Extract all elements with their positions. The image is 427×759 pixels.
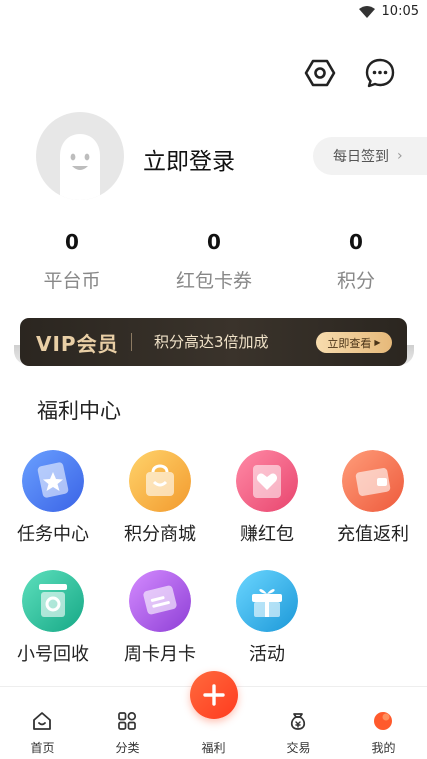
welfare-item-recharge-rebate[interactable]: 充值返利: [323, 450, 423, 560]
wifi-icon: [359, 6, 375, 18]
welfare-item-weekly-monthly-card[interactable]: 周卡月卡: [110, 570, 210, 680]
nav-item-mine[interactable]: 我的: [341, 687, 426, 759]
settings-button[interactable]: [302, 55, 338, 91]
card-icon: [129, 570, 191, 632]
recycle-bin-icon: [22, 570, 84, 632]
hexagon-gear-icon: [304, 59, 336, 87]
nav-label: 交易: [286, 741, 311, 755]
stat-points[interactable]: 0 积分: [296, 228, 416, 293]
shopping-bag-icon: [129, 450, 191, 512]
chevron-right-icon: ›: [397, 148, 403, 164]
stat-label: 红包卡券: [175, 270, 252, 292]
money-bag-icon: [286, 709, 310, 733]
stat-label: 积分: [336, 270, 375, 292]
grid-label: 周卡月卡: [124, 644, 196, 665]
task-star-icon: [22, 450, 84, 512]
grid-label: 充值返利: [337, 524, 409, 545]
stat-platform-coins[interactable]: 0 平台币: [12, 228, 132, 293]
wallet-icon: [342, 450, 404, 512]
grid-icon: [115, 709, 139, 733]
grid-label: 活动: [249, 644, 285, 665]
nav-item-category[interactable]: 分类: [85, 687, 170, 759]
welfare-item-activities[interactable]: 活动: [217, 570, 317, 680]
grid-label: 积分商城: [124, 524, 196, 545]
gift-box-icon: [236, 570, 298, 632]
profile-dot-icon: [371, 709, 395, 733]
heart-envelope-icon: [236, 450, 298, 512]
plus-icon: [203, 684, 225, 706]
grid-label: 赚红包: [240, 524, 294, 545]
stat-label: 平台币: [43, 270, 101, 292]
nav-label: 首页: [30, 741, 55, 755]
checkin-label: 每日签到: [333, 149, 389, 165]
welfare-item-account-recycle[interactable]: 小号回收: [3, 570, 103, 680]
nav-label: 福利: [201, 741, 226, 755]
nav-item-trade[interactable]: 交易: [256, 687, 341, 759]
welfare-item-points-mall[interactable]: 积分商城: [110, 450, 210, 560]
nav-label: 分类: [115, 741, 140, 755]
section-title: 福利中心: [37, 399, 121, 423]
vip-promo-text: 积分高达3倍加成: [154, 333, 269, 351]
login-link[interactable]: 立即登录: [143, 142, 235, 176]
stat-value: 0: [65, 230, 79, 254]
home-icon: [30, 709, 54, 733]
divider: [131, 333, 132, 351]
welfare-item-tasks[interactable]: 任务中心: [3, 450, 103, 560]
vip-banner[interactable]: VIP会员 积分高达3倍加成 立即查看 ▶: [20, 318, 407, 366]
play-arrow-icon: ▶: [374, 338, 381, 347]
stat-value: 0: [207, 230, 221, 254]
default-avatar-icon: [60, 134, 100, 200]
nav-item-home[interactable]: 首页: [0, 687, 85, 759]
nav-label: 我的: [371, 741, 396, 755]
welfare-item-red-envelope[interactable]: 赚红包: [217, 450, 317, 560]
grid-label: 任务中心: [17, 524, 89, 545]
welfare-fab-button[interactable]: [190, 671, 238, 719]
vip-view-button[interactable]: 立即查看 ▶: [316, 332, 392, 353]
chat-bubble-icon: [365, 58, 395, 88]
vip-button-label: 立即查看: [327, 336, 372, 350]
vip-logo: VIP会员: [36, 332, 119, 356]
stat-coupons[interactable]: 0 红包卡券: [154, 228, 274, 293]
avatar[interactable]: [36, 112, 124, 200]
status-time: 10:05: [381, 4, 419, 19]
status-bar: 10:05: [0, 0, 427, 24]
message-button[interactable]: [362, 55, 398, 91]
grid-label: 小号回收: [17, 644, 89, 665]
stat-value: 0: [349, 230, 363, 254]
daily-checkin-button[interactable]: 每日签到 ›: [313, 137, 427, 175]
